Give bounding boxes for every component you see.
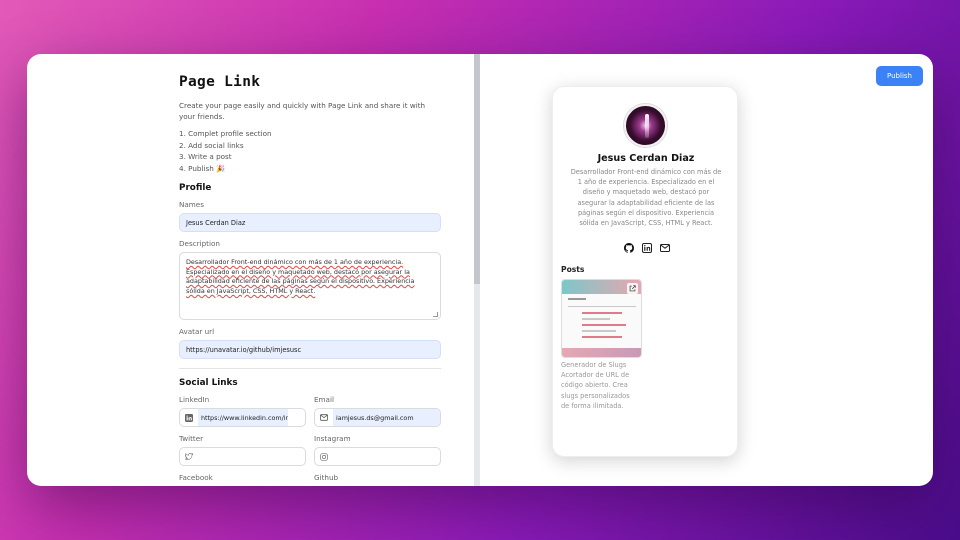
github-label: Github — [314, 473, 339, 482]
email-label: Email — [314, 395, 334, 404]
instagram-input[interactable] — [314, 447, 441, 466]
editor-panel: Page Link Create your page easily and qu… — [27, 54, 474, 486]
step-item: 1. Complet profile section — [179, 129, 272, 138]
social-links-grid: LinkedIn https://www.linkedin.com/in. Em… — [179, 388, 441, 486]
twitter-icon — [180, 448, 198, 465]
email-input[interactable]: iamjesus.ds@gmail.com — [314, 408, 441, 427]
thumbnail-line — [582, 324, 626, 326]
instagram-label: Instagram — [314, 434, 351, 443]
linkedin-icon[interactable] — [641, 242, 652, 253]
twitter-label: Twitter — [179, 434, 204, 443]
thumbnail-line — [568, 298, 586, 300]
avatar — [624, 104, 667, 147]
linkedin-field: LinkedIn https://www.linkedin.com/in. — [179, 388, 306, 427]
step-item: 3. Write a post — [179, 152, 232, 161]
avatar-url-input[interactable]: https://unavatar.io/github/imjesusc — [179, 340, 441, 359]
github-field: Github — [314, 466, 441, 486]
mail-icon — [315, 409, 333, 426]
page-title: Page Link — [179, 74, 261, 90]
github-icon[interactable] — [623, 242, 634, 253]
linkedin-icon — [180, 409, 198, 426]
thumbnail-line — [582, 336, 622, 338]
facebook-field: Facebook — [179, 466, 306, 486]
post-thumbnail[interactable] — [561, 279, 642, 358]
description-text: Desarrollador Front-end dinámico con más… — [186, 258, 415, 295]
step-item: 4. Publish 🎉 — [179, 163, 225, 173]
names-input[interactable]: Jesus Cerdan Diaz — [179, 213, 441, 232]
email-value: iamjesus.ds@gmail.com — [333, 409, 440, 426]
linkedin-value: https://www.linkedin.com/in. — [198, 409, 288, 426]
post-description: Generador de Slugs Acortador de URL de c… — [561, 361, 630, 410]
thumbnail-body — [562, 294, 641, 348]
names-label: Names — [179, 200, 204, 209]
profile-name: Jesus Cerdan Diaz — [597, 153, 695, 164]
profile-section-title: Profile — [179, 183, 212, 193]
instagram-icon — [315, 448, 333, 465]
section-divider — [179, 368, 441, 369]
mail-icon[interactable] — [659, 242, 670, 253]
publish-button[interactable]: Publish — [876, 66, 923, 86]
editor-content: Page Link Create your page easily and qu… — [179, 74, 441, 486]
facebook-label: Facebook — [179, 473, 213, 482]
thumbnail-footer — [562, 348, 641, 357]
thumbnail-line — [582, 312, 622, 314]
thumbnail-line — [568, 306, 636, 307]
thumbnail-line — [582, 330, 616, 332]
linkedin-input[interactable]: https://www.linkedin.com/in. — [179, 408, 306, 427]
avatar-url-label: Avatar url — [179, 327, 215, 336]
twitter-input[interactable] — [179, 447, 306, 466]
app-window: Page Link Create your page easily and qu… — [27, 54, 933, 486]
external-link-icon[interactable] — [627, 283, 638, 294]
linkedin-label: LinkedIn — [179, 395, 210, 404]
preview-panel: Publish Jesus Cerdan Diaz Desarrollador … — [480, 54, 933, 486]
step-item: 2. Add social links — [179, 140, 244, 150]
instagram-value — [333, 448, 423, 465]
social-icons-row — [623, 242, 670, 253]
social-links-section-title: Social Links — [179, 378, 238, 388]
thumbnail-line — [582, 318, 610, 320]
description-label: Description — [179, 239, 220, 248]
profile-preview-card: Jesus Cerdan Diaz Desarrollador Front-en… — [552, 86, 738, 457]
description-textarea[interactable]: Desarrollador Front-end dinámico con más… — [179, 252, 441, 320]
profile-bio: Desarrollador Front-end dinámico con más… — [570, 168, 722, 228]
posts-title: Posts — [561, 265, 585, 274]
email-field: Email iamjesus.ds@gmail.com — [314, 388, 441, 427]
twitter-field: Twitter — [179, 427, 306, 466]
resize-handle[interactable] — [433, 312, 438, 317]
twitter-value — [198, 448, 288, 465]
steps-list: 1. Complet profile section 2. Add social… — [179, 128, 441, 174]
intro-text: Create your page easily and quickly with… — [179, 101, 426, 121]
instagram-field: Instagram — [314, 427, 441, 466]
